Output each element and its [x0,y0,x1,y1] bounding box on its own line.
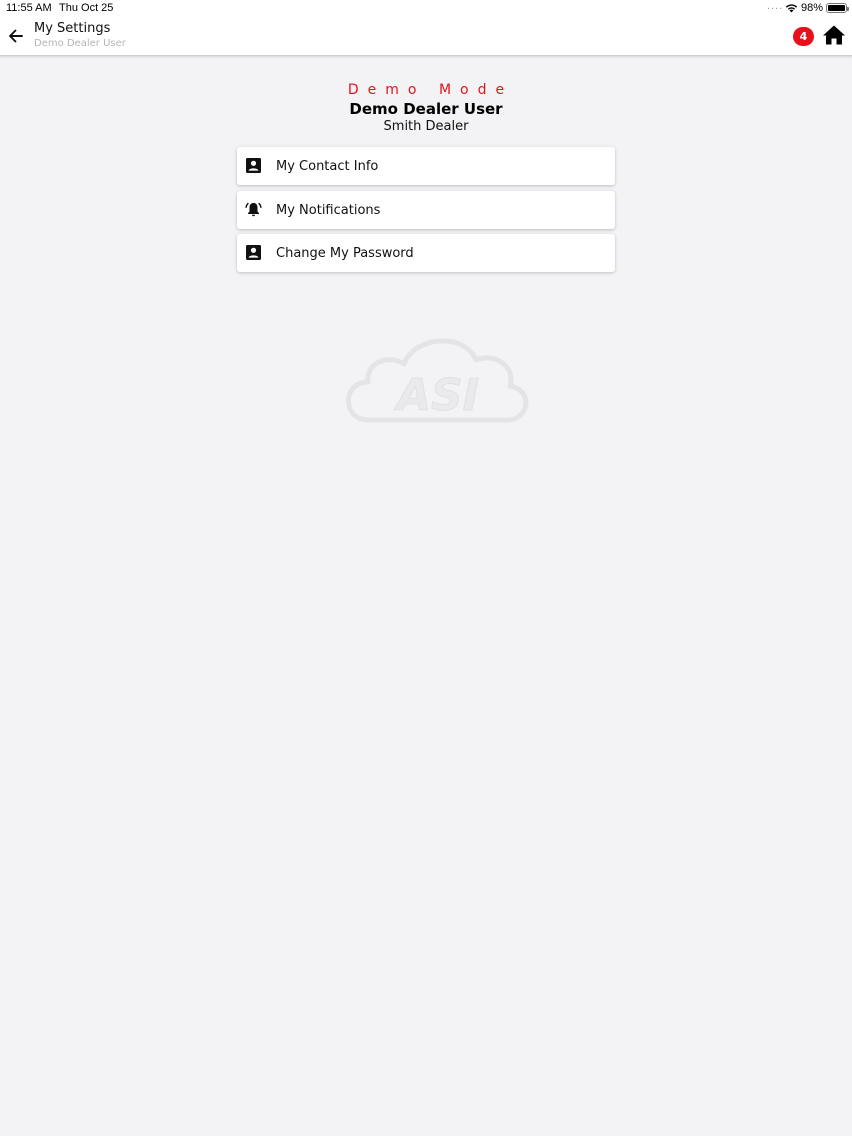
status-date: Thu Oct 25 [59,2,114,14]
home-icon [823,25,845,45]
arrow-left-icon [9,29,23,43]
user-name: Demo Dealer User [349,100,503,118]
watermark-text: ASI [394,370,479,421]
battery-level [828,5,845,11]
menu-item-label: My Contact Info [276,159,379,174]
menu-item-contact-info[interactable]: My Contact Info [237,147,615,185]
cellular-dots: .... [767,0,784,12]
cloud-logo-icon: ASI [338,330,548,430]
page-subtitle: Demo Dealer User [34,38,126,49]
status-bar: 11:55 AM Thu Oct 25 .... 98% [0,0,852,17]
contact-card-icon [245,157,262,174]
navigation-bar: My Settings Demo Dealer User 4 [0,17,852,56]
dealer-name: Smith Dealer [383,119,469,134]
wifi-icon [785,3,798,16]
battery-percent: 98% [801,2,824,14]
contact-card-icon [245,244,262,261]
page-title: My Settings [34,21,111,36]
menu-item-label: Change My Password [276,246,414,261]
menu-item-label: My Notifications [276,202,381,218]
bell-ringing-icon [245,201,262,218]
back-button[interactable] [6,26,26,46]
battery-icon [826,3,849,13]
demo-mode-label: Demo Mode [347,82,514,98]
menu-item-change-password[interactable]: Change My Password [237,234,615,272]
menu-item-notifications[interactable]: My Notifications [237,190,615,229]
notification-badge[interactable]: 4 [793,27,814,46]
settings-menu: My Contact Info My Notifications Change … [237,147,615,278]
home-button[interactable] [822,24,846,46]
status-time: 11:55 AM [6,2,52,14]
